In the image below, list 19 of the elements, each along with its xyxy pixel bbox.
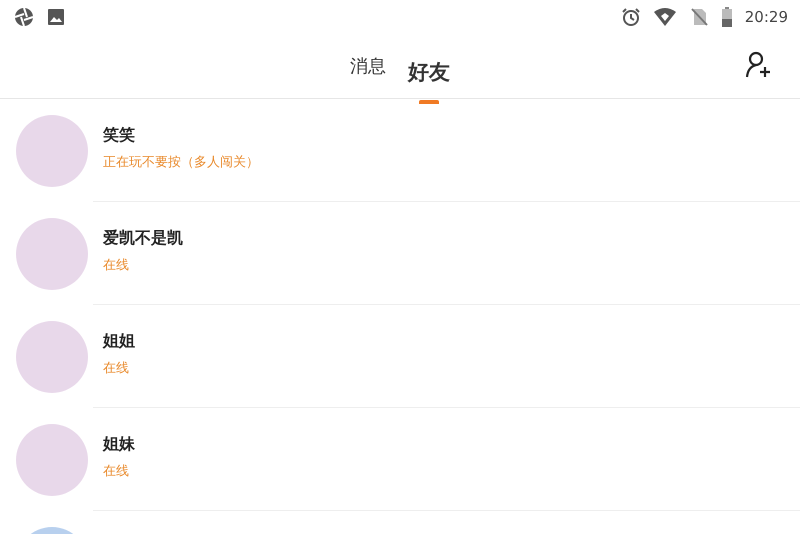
friend-status: 在线 <box>103 360 130 376</box>
friend-item[interactable]: 姐妹 在线 <box>0 408 800 511</box>
image-icon <box>46 7 66 27</box>
no-sim-icon <box>688 7 709 27</box>
status-time: 20:29 <box>744 8 788 26</box>
friend-item[interactable]: 姐姐 在线 <box>0 305 800 408</box>
friend-item[interactable]: 爱凯不是凯 在线 <box>0 202 800 305</box>
friend-name: 爱凯不是凯 <box>103 228 183 248</box>
alarm-icon <box>620 7 641 27</box>
add-friend-icon[interactable] <box>744 50 772 78</box>
friend-status: 在线 <box>103 462 130 480</box>
battery-icon <box>720 7 733 27</box>
friend-name: 笑笑 <box>103 124 136 146</box>
wifi-icon <box>652 7 677 27</box>
friend-status: 在线 <box>103 256 130 274</box>
friend-name: 姐妹 <box>103 434 135 454</box>
friend-status: 正在玩不要按（多人闯关） <box>103 154 259 170</box>
aperture-icon <box>14 7 34 27</box>
friend-name: 姐姐 <box>103 330 135 352</box>
